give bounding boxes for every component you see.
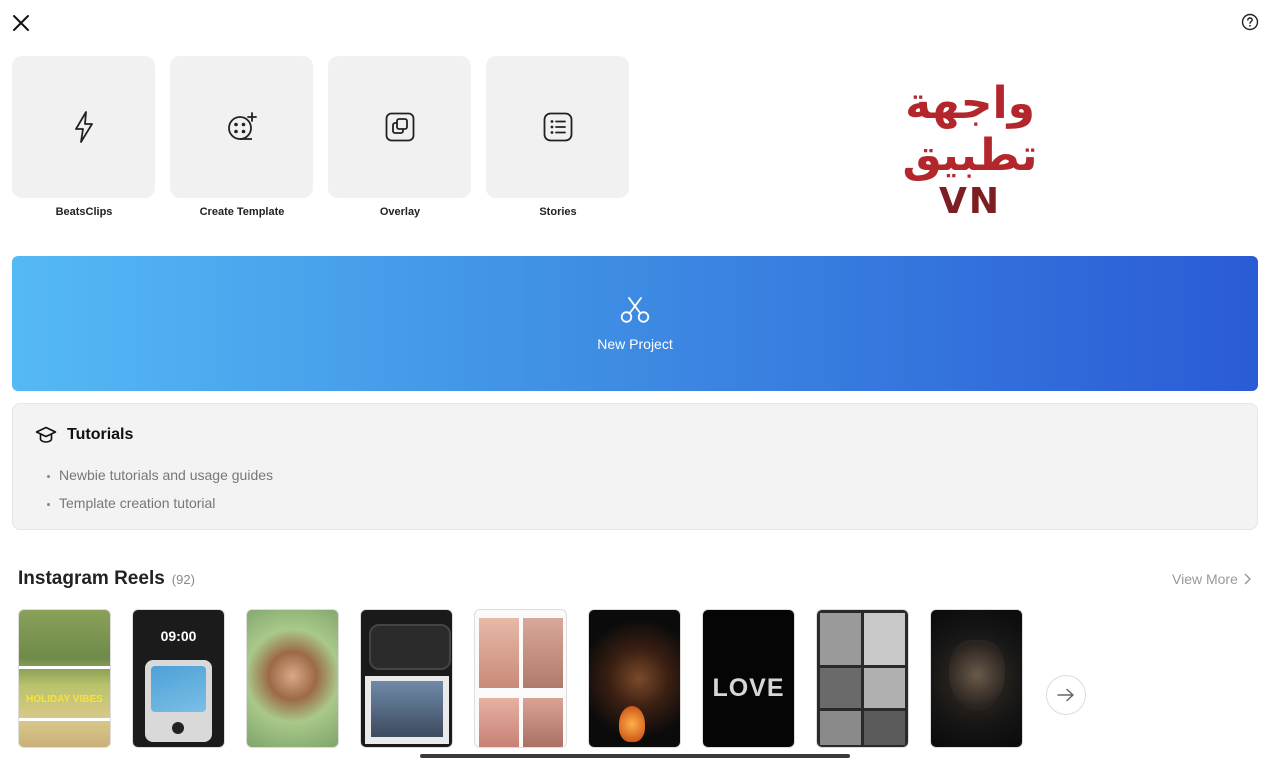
reel-thumbnail[interactable]: 09:00	[132, 609, 225, 748]
close-button[interactable]	[8, 10, 34, 36]
tutorial-link-template[interactable]: Template creation tutorial	[47, 489, 273, 517]
reels-header: Instagram Reels (92)	[18, 568, 195, 590]
reel-thumbnail[interactable]	[816, 609, 909, 748]
brand-watermark: واجهة تطبيق VN	[830, 78, 1110, 222]
bullet	[47, 474, 50, 478]
reel-thumbnail[interactable]	[588, 609, 681, 748]
close-icon	[13, 15, 29, 31]
reel-thumbnail[interactable]: HOLIDAY VIBES	[18, 609, 111, 748]
tile-label: Stories	[539, 206, 577, 218]
reel-thumbnail[interactable]	[474, 609, 567, 748]
brand-arabic-text: واجهة تطبيق	[902, 78, 1038, 181]
tile-beatsclips[interactable]: BeatsClips	[12, 56, 156, 218]
view-more-link[interactable]: View More	[1172, 571, 1251, 587]
reel-caption: LOVE	[712, 674, 785, 702]
help-button[interactable]	[1238, 10, 1262, 34]
new-project-button[interactable]: New Project	[12, 256, 1258, 391]
list-icon	[543, 112, 572, 142]
new-project-label: New Project	[597, 335, 673, 352]
chevron-right-icon	[1244, 573, 1251, 585]
quick-actions: BeatsClips Create Template Overlay Stori…	[12, 56, 630, 218]
tutorial-link-newbie[interactable]: Newbie tutorials and usage guides	[47, 461, 273, 489]
reel-caption: 09:00	[160, 628, 197, 644]
brand-latin-text: VN	[939, 181, 1001, 222]
reel-caption: HOLIDAY VIBES	[26, 694, 103, 705]
tile-overlay[interactable]: Overlay	[328, 56, 472, 218]
reel-thumbnail[interactable]: LOVE	[702, 609, 795, 748]
tutorials-header: Tutorials	[35, 426, 133, 444]
reel-thumbnail[interactable]	[246, 609, 339, 748]
reel-thumbnail[interactable]	[360, 609, 453, 748]
tutorials-list: Newbie tutorials and usage guides Templa…	[47, 461, 273, 517]
reels-title: Instagram Reels	[18, 568, 165, 589]
reel-thumbnail[interactable]	[930, 609, 1023, 748]
overlay-layers-icon	[385, 112, 414, 142]
tile-label: Create Template	[199, 206, 285, 218]
tutorials-panel: Tutorials Newbie tutorials and usage gui…	[12, 403, 1258, 530]
home-indicator	[420, 754, 850, 758]
help-icon	[1241, 13, 1259, 31]
tile-label: Overlay	[379, 206, 421, 218]
lightning-icon	[74, 111, 93, 143]
scissors-icon	[620, 296, 650, 323]
reels-count: (92)	[171, 572, 195, 587]
carousel-next-button[interactable]	[1046, 675, 1086, 715]
tile-label: BeatsClips	[55, 206, 113, 218]
tile-stories[interactable]: Stories	[486, 56, 630, 218]
film-reel-plus-icon	[227, 112, 257, 140]
reels-carousel: HOLIDAY VIBES 09:00 LOVE	[18, 609, 1023, 748]
tile-create-template[interactable]: Create Template	[170, 56, 314, 218]
graduation-cap-icon	[35, 426, 57, 443]
arrow-right-icon	[1057, 688, 1074, 702]
tutorials-title: Tutorials	[67, 426, 134, 443]
bullet	[47, 502, 50, 506]
